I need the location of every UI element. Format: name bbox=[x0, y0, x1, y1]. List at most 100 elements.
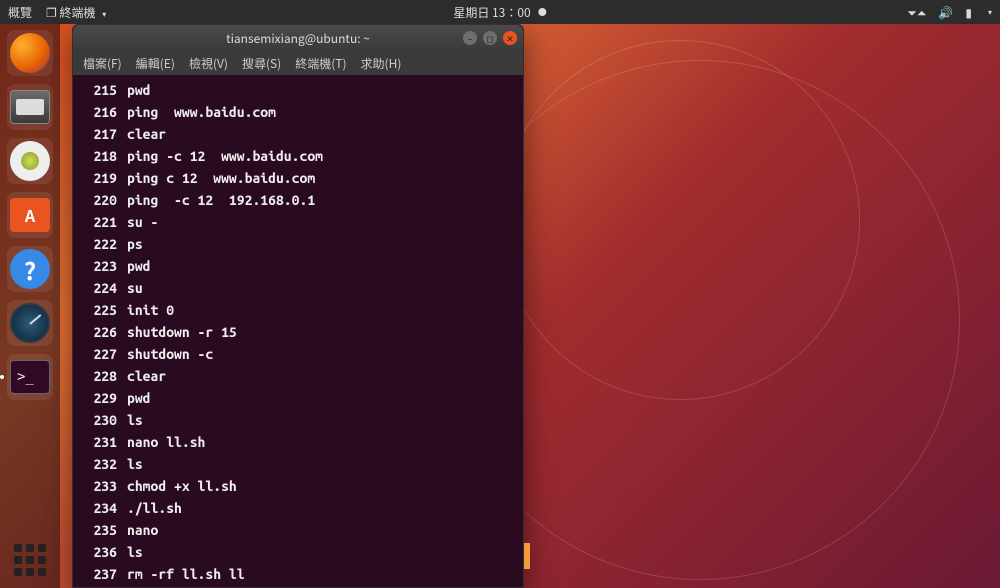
history-line: 236ls bbox=[81, 541, 515, 563]
history-line: 230 ls bbox=[81, 409, 515, 431]
music-icon bbox=[10, 141, 50, 181]
system-tray[interactable]: ⏷⏶ 🔊 ▮ ▾ bbox=[907, 4, 992, 21]
history-number: 236 bbox=[81, 541, 117, 563]
history-command: nano bbox=[127, 519, 158, 541]
history-command: ps bbox=[127, 233, 143, 255]
activities-button[interactable]: 概覽 bbox=[8, 4, 32, 21]
dock-files[interactable] bbox=[7, 84, 53, 130]
terminal-icon: >_ bbox=[10, 360, 50, 394]
history-command: clear bbox=[127, 123, 166, 145]
terminal-body[interactable]: 215pwd216ping www.baidu.com217clear218pi… bbox=[73, 75, 523, 587]
terminal-titlebar[interactable]: tiansemixiang@ubuntu: ~ – ◻ ✕ bbox=[73, 25, 523, 51]
history-number: 224 bbox=[81, 277, 117, 299]
app-menu[interactable]: ❐ 終端機 ▾ bbox=[46, 4, 106, 21]
dock-rhythmbox[interactable] bbox=[7, 138, 53, 184]
history-number: 230 bbox=[81, 409, 117, 431]
network-icon[interactable]: ⏷⏶ bbox=[907, 4, 926, 21]
dock-software[interactable]: A bbox=[7, 192, 53, 238]
history-number: 234 bbox=[81, 497, 117, 519]
history-line: 223 pwd bbox=[81, 255, 515, 277]
volume-icon[interactable]: 🔊 bbox=[938, 4, 953, 21]
terminal-title: tiansemixiang@ubuntu: ~ bbox=[73, 30, 523, 47]
history-line: 220ping -c 12 192.168.0.1 bbox=[81, 189, 515, 211]
history-line: 222 ps bbox=[81, 233, 515, 255]
terminal-menubar: 檔案(F) 編輯(E) 檢視(V) 搜尋(S) 終端機(T) 求助(H) bbox=[73, 51, 523, 75]
history-number: 218 bbox=[81, 145, 117, 167]
history-line: 218ping -c 12 www.baidu.com bbox=[81, 145, 515, 167]
history-number: 232 bbox=[81, 453, 117, 475]
history-line: 227 shutdown -c bbox=[81, 343, 515, 365]
app-menu-label: 終端機 bbox=[59, 4, 95, 21]
history-number: 226 bbox=[81, 321, 117, 343]
menu-file[interactable]: 檔案(F) bbox=[83, 55, 122, 72]
firefox-icon bbox=[10, 33, 50, 73]
terminal-window: tiansemixiang@ubuntu: ~ – ◻ ✕ 檔案(F) 編輯(E… bbox=[72, 24, 524, 588]
history-line: 237 rm -rf ll.sh ll bbox=[81, 563, 515, 585]
history-command: su bbox=[127, 277, 143, 299]
history-number: 233 bbox=[81, 475, 117, 497]
history-number: 227 bbox=[81, 343, 117, 365]
history-command: chmod +x ll.sh bbox=[127, 475, 237, 497]
history-command: rm -rf ll.sh ll bbox=[127, 563, 245, 585]
history-command: pwd bbox=[127, 255, 151, 277]
menu-terminal[interactable]: 終端機(T) bbox=[295, 55, 346, 72]
clock-label: 星期日 13：00 bbox=[453, 4, 530, 21]
history-command: clear bbox=[127, 365, 166, 387]
dock-terminal[interactable]: >_ bbox=[7, 354, 53, 400]
clock-icon bbox=[10, 303, 50, 343]
history-command: pwd bbox=[127, 387, 151, 409]
history-number: 222 bbox=[81, 233, 117, 255]
dock-show-apps[interactable] bbox=[10, 540, 50, 580]
top-panel: 概覽 ❐ 終端機 ▾ 星期日 13：00 ⏷⏶ 🔊 ▮ ▾ bbox=[0, 0, 1000, 24]
terminal-icon: ❐ bbox=[46, 4, 57, 21]
history-line: 232 ls bbox=[81, 453, 515, 475]
history-number: 219 bbox=[81, 167, 117, 189]
history-command: shutdown -r 15 bbox=[127, 321, 237, 343]
history-command: ls bbox=[127, 453, 143, 475]
battery-icon[interactable]: ▮ bbox=[965, 4, 972, 21]
window-minimize-button[interactable]: – bbox=[463, 31, 477, 45]
menu-edit[interactable]: 編輯(E) bbox=[136, 55, 175, 72]
notification-dot-icon bbox=[539, 8, 547, 16]
files-icon bbox=[10, 90, 50, 124]
history-line: 221 su - bbox=[81, 211, 515, 233]
chevron-down-icon: ▾ bbox=[988, 7, 992, 18]
history-line: 231 nano ll.sh bbox=[81, 431, 515, 453]
dock-firefox[interactable] bbox=[7, 30, 53, 76]
chevron-down-icon: ▾ bbox=[102, 9, 106, 20]
history-line: 228 clear bbox=[81, 365, 515, 387]
history-command: ls bbox=[127, 409, 143, 431]
history-command: ping -c 12 192.168.0.1 bbox=[127, 189, 315, 211]
history-number: 216 bbox=[81, 101, 117, 123]
history-command: su - bbox=[127, 211, 158, 233]
store-icon: A bbox=[10, 198, 50, 232]
history-number: 221 bbox=[81, 211, 117, 233]
clock[interactable]: 星期日 13：00 bbox=[453, 4, 546, 21]
menu-help[interactable]: 求助(H) bbox=[361, 55, 402, 72]
history-command: nano ll.sh bbox=[127, 431, 205, 453]
dock-help[interactable]: ? bbox=[7, 246, 53, 292]
history-number: 223 bbox=[81, 255, 117, 277]
dock-clocks[interactable] bbox=[7, 300, 53, 346]
history-number: 225 bbox=[81, 299, 117, 321]
history-line: 217clear bbox=[81, 123, 515, 145]
history-line: 226 shutdown -r 15 bbox=[81, 321, 515, 343]
menu-view[interactable]: 檢視(V) bbox=[189, 55, 228, 72]
wallpaper-circle-small bbox=[500, 40, 860, 400]
history-number: 228 bbox=[81, 365, 117, 387]
history-command: pwd bbox=[127, 79, 151, 101]
history-line: 219 ping c 12 www.baidu.com bbox=[81, 167, 515, 189]
history-line: 225init 0 bbox=[81, 299, 515, 321]
history-command: ping c 12 www.baidu.com bbox=[127, 167, 315, 189]
window-resize-indicator bbox=[524, 543, 530, 569]
history-command: shutdown -c bbox=[127, 343, 213, 365]
history-line: 234 ./ll.sh bbox=[81, 497, 515, 519]
history-command: ./ll.sh bbox=[127, 497, 182, 519]
menu-search[interactable]: 搜尋(S) bbox=[242, 55, 281, 72]
window-maximize-button[interactable]: ◻ bbox=[483, 31, 497, 45]
window-close-button[interactable]: ✕ bbox=[503, 31, 517, 45]
history-line: 233 chmod +x ll.sh bbox=[81, 475, 515, 497]
history-number: 237 bbox=[81, 563, 117, 585]
history-number: 231 bbox=[81, 431, 117, 453]
history-line: 215pwd bbox=[81, 79, 515, 101]
